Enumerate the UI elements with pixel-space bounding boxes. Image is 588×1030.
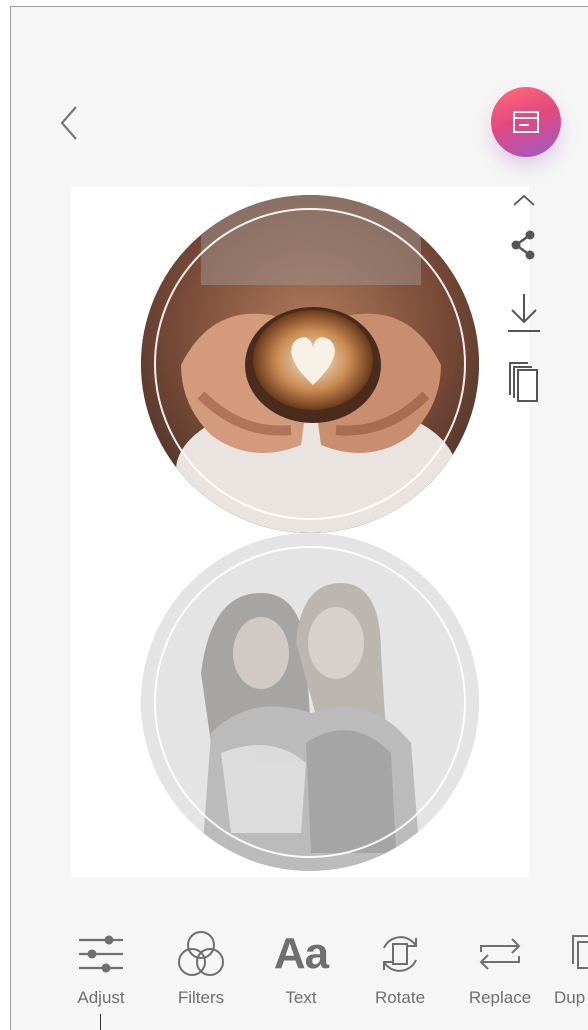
copy-button[interactable] (502, 361, 546, 405)
replace-tool[interactable]: Replace (455, 922, 545, 1008)
photo-coffee-hands[interactable] (141, 195, 479, 533)
collapse-tools-button[interactable] (502, 185, 546, 215)
duplicate-tool[interactable]: Dup (546, 922, 588, 1008)
chevron-up-icon (513, 194, 535, 206)
duplicate-icon (572, 935, 588, 969)
sliders-icon (79, 935, 123, 973)
adjust-tool[interactable]: Adjust (56, 922, 146, 1008)
filters-label: Filters (177, 988, 225, 1007)
filters-tool[interactable]: Filters (156, 922, 246, 1008)
share-button[interactable] (502, 227, 546, 263)
copy-icon (509, 362, 538, 402)
replace-icon (479, 938, 521, 970)
print-canvas (71, 187, 529, 877)
chevron-left-icon (60, 106, 77, 140)
rotate-icon (383, 936, 417, 972)
annotation-pointer-line (100, 1014, 101, 1030)
replace-label: Replace (468, 988, 532, 1007)
back-button[interactable] (53, 103, 85, 143)
download-button[interactable] (502, 291, 546, 335)
adjust-label: Adjust (77, 988, 125, 1007)
edit-toolbar: Adjust Filters Aa Text Rotate Replace Du… (11, 922, 588, 1022)
download-icon (508, 294, 540, 332)
print-button[interactable] (491, 87, 561, 157)
text-tool[interactable]: Aa Text (256, 922, 346, 1008)
duplicate-label: Dup (554, 988, 586, 1007)
text-aa-icon: Aa (273, 929, 329, 978)
photo-two-friends[interactable] (141, 533, 479, 871)
rotate-tool[interactable]: Rotate (355, 922, 445, 1008)
rotate-label: Rotate (374, 988, 426, 1007)
share-icon (511, 230, 535, 260)
photo-ring (154, 208, 466, 520)
editor-screen: Adjust Filters Aa Text Rotate Replace Du… (10, 6, 588, 1030)
printer-icon (513, 111, 539, 133)
photo-ring (154, 546, 466, 858)
filters-icon (178, 931, 224, 976)
side-tools (499, 185, 549, 405)
text-label: Text (285, 988, 317, 1007)
